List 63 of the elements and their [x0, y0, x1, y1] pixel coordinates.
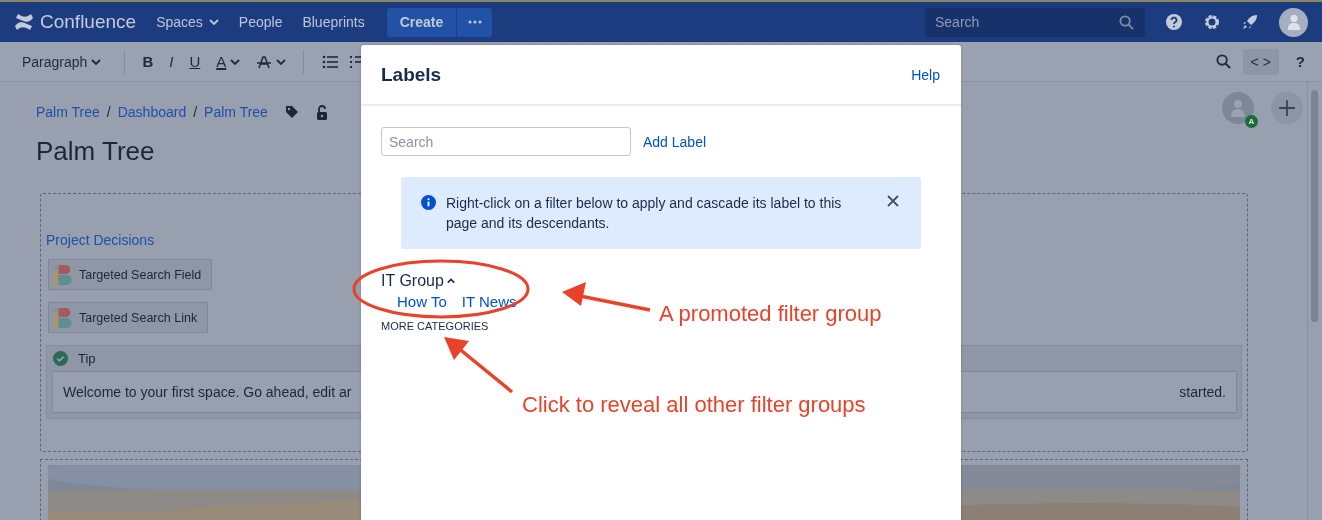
bullet-list-icon[interactable]	[322, 54, 339, 69]
more-icon	[467, 20, 482, 24]
create-button[interactable]: Create	[386, 7, 457, 37]
breadcrumb-link[interactable]: Palm Tree	[204, 104, 268, 120]
breadcrumb-link[interactable]: Dashboard	[117, 104, 187, 120]
format-button[interactable]: U	[184, 49, 206, 74]
annotation-arrow	[444, 337, 514, 394]
breadcrumb-separator: /	[106, 104, 111, 120]
nav-link[interactable]: Spaces	[156, 14, 219, 30]
help-icon[interactable]	[1165, 13, 1183, 31]
source-editor-button[interactable]: < >	[1242, 48, 1279, 75]
more-button[interactable]	[456, 7, 493, 37]
filter-group-name[interactable]: IT Group	[381, 272, 444, 290]
person-icon	[1228, 98, 1248, 118]
app-name: Confluence	[40, 11, 137, 33]
help-button[interactable]: ?	[1290, 49, 1310, 74]
format-button[interactable]: A	[211, 49, 246, 74]
nav-link[interactable]: Blueprints	[302, 14, 365, 30]
filter-label-link[interactable]: IT News	[461, 293, 517, 310]
macro-logo-icon	[53, 263, 73, 286]
annotation-text: A promoted filter group	[659, 301, 882, 327]
search-field[interactable]: Search	[925, 7, 1145, 37]
plus-icon	[1278, 99, 1296, 117]
search-icon[interactable]	[1215, 54, 1231, 69]
add-label-link[interactable]: Add Label	[643, 133, 707, 150]
macro-placeholder[interactable]: Targeted Search Link	[48, 302, 209, 333]
close-button[interactable]	[885, 193, 901, 209]
confluence-logo-icon[interactable]	[14, 13, 34, 31]
tip-text: started.	[1179, 384, 1226, 400]
scrollbar-thumb[interactable]	[1311, 90, 1318, 322]
page-link[interactable]: Project Decisions	[46, 232, 155, 248]
annotation-text: Click to reveal all other filter groups	[522, 392, 866, 418]
page-title: Palm Tree	[36, 136, 156, 167]
dialog-title: Labels	[381, 63, 442, 86]
unlocked-padlock-icon[interactable]	[315, 104, 328, 120]
label-search-field[interactable]: Search	[381, 127, 631, 156]
caret-icon	[91, 58, 102, 65]
settings-icon[interactable]	[1203, 13, 1221, 31]
breadcrumb-link[interactable]: Palm Tree	[36, 104, 100, 120]
more-categories-button[interactable]: MORE CATEGORIES	[381, 320, 489, 332]
nav-link[interactable]: People	[238, 14, 283, 30]
breadcrumb-separator: /	[193, 104, 198, 120]
macro-logo-icon	[53, 306, 73, 329]
caret-icon	[276, 58, 287, 65]
tag-icon[interactable]	[284, 105, 299, 119]
clear-formatting-icon	[256, 53, 273, 70]
rocket-icon[interactable]	[1241, 13, 1259, 31]
info-text: Right-click on a filter below to apply and cascade its label to this page and its descendants.	[446, 194, 843, 233]
macro-placeholder[interactable]: Targeted Search Field	[48, 259, 213, 290]
caret-icon[interactable]	[446, 278, 455, 284]
add-button[interactable]	[1271, 92, 1303, 124]
help-link[interactable]: Help	[911, 66, 940, 83]
user-avatar[interactable]	[1279, 7, 1308, 37]
tip-text: Welcome to your first space. Go ahead, edit ar	[63, 384, 352, 400]
check-circle-icon	[53, 351, 68, 366]
paragraph-style-dropdown[interactable]: Paragraph	[17, 49, 107, 74]
tip-title: Tip	[78, 351, 96, 366]
filter-label-link[interactable]: How To	[397, 293, 447, 310]
format-button[interactable]: I	[164, 49, 179, 74]
info-icon	[421, 195, 436, 210]
avatar-badge: A	[1245, 115, 1258, 128]
search-icon[interactable]	[1119, 14, 1134, 30]
format-button[interactable]: B	[137, 49, 159, 74]
